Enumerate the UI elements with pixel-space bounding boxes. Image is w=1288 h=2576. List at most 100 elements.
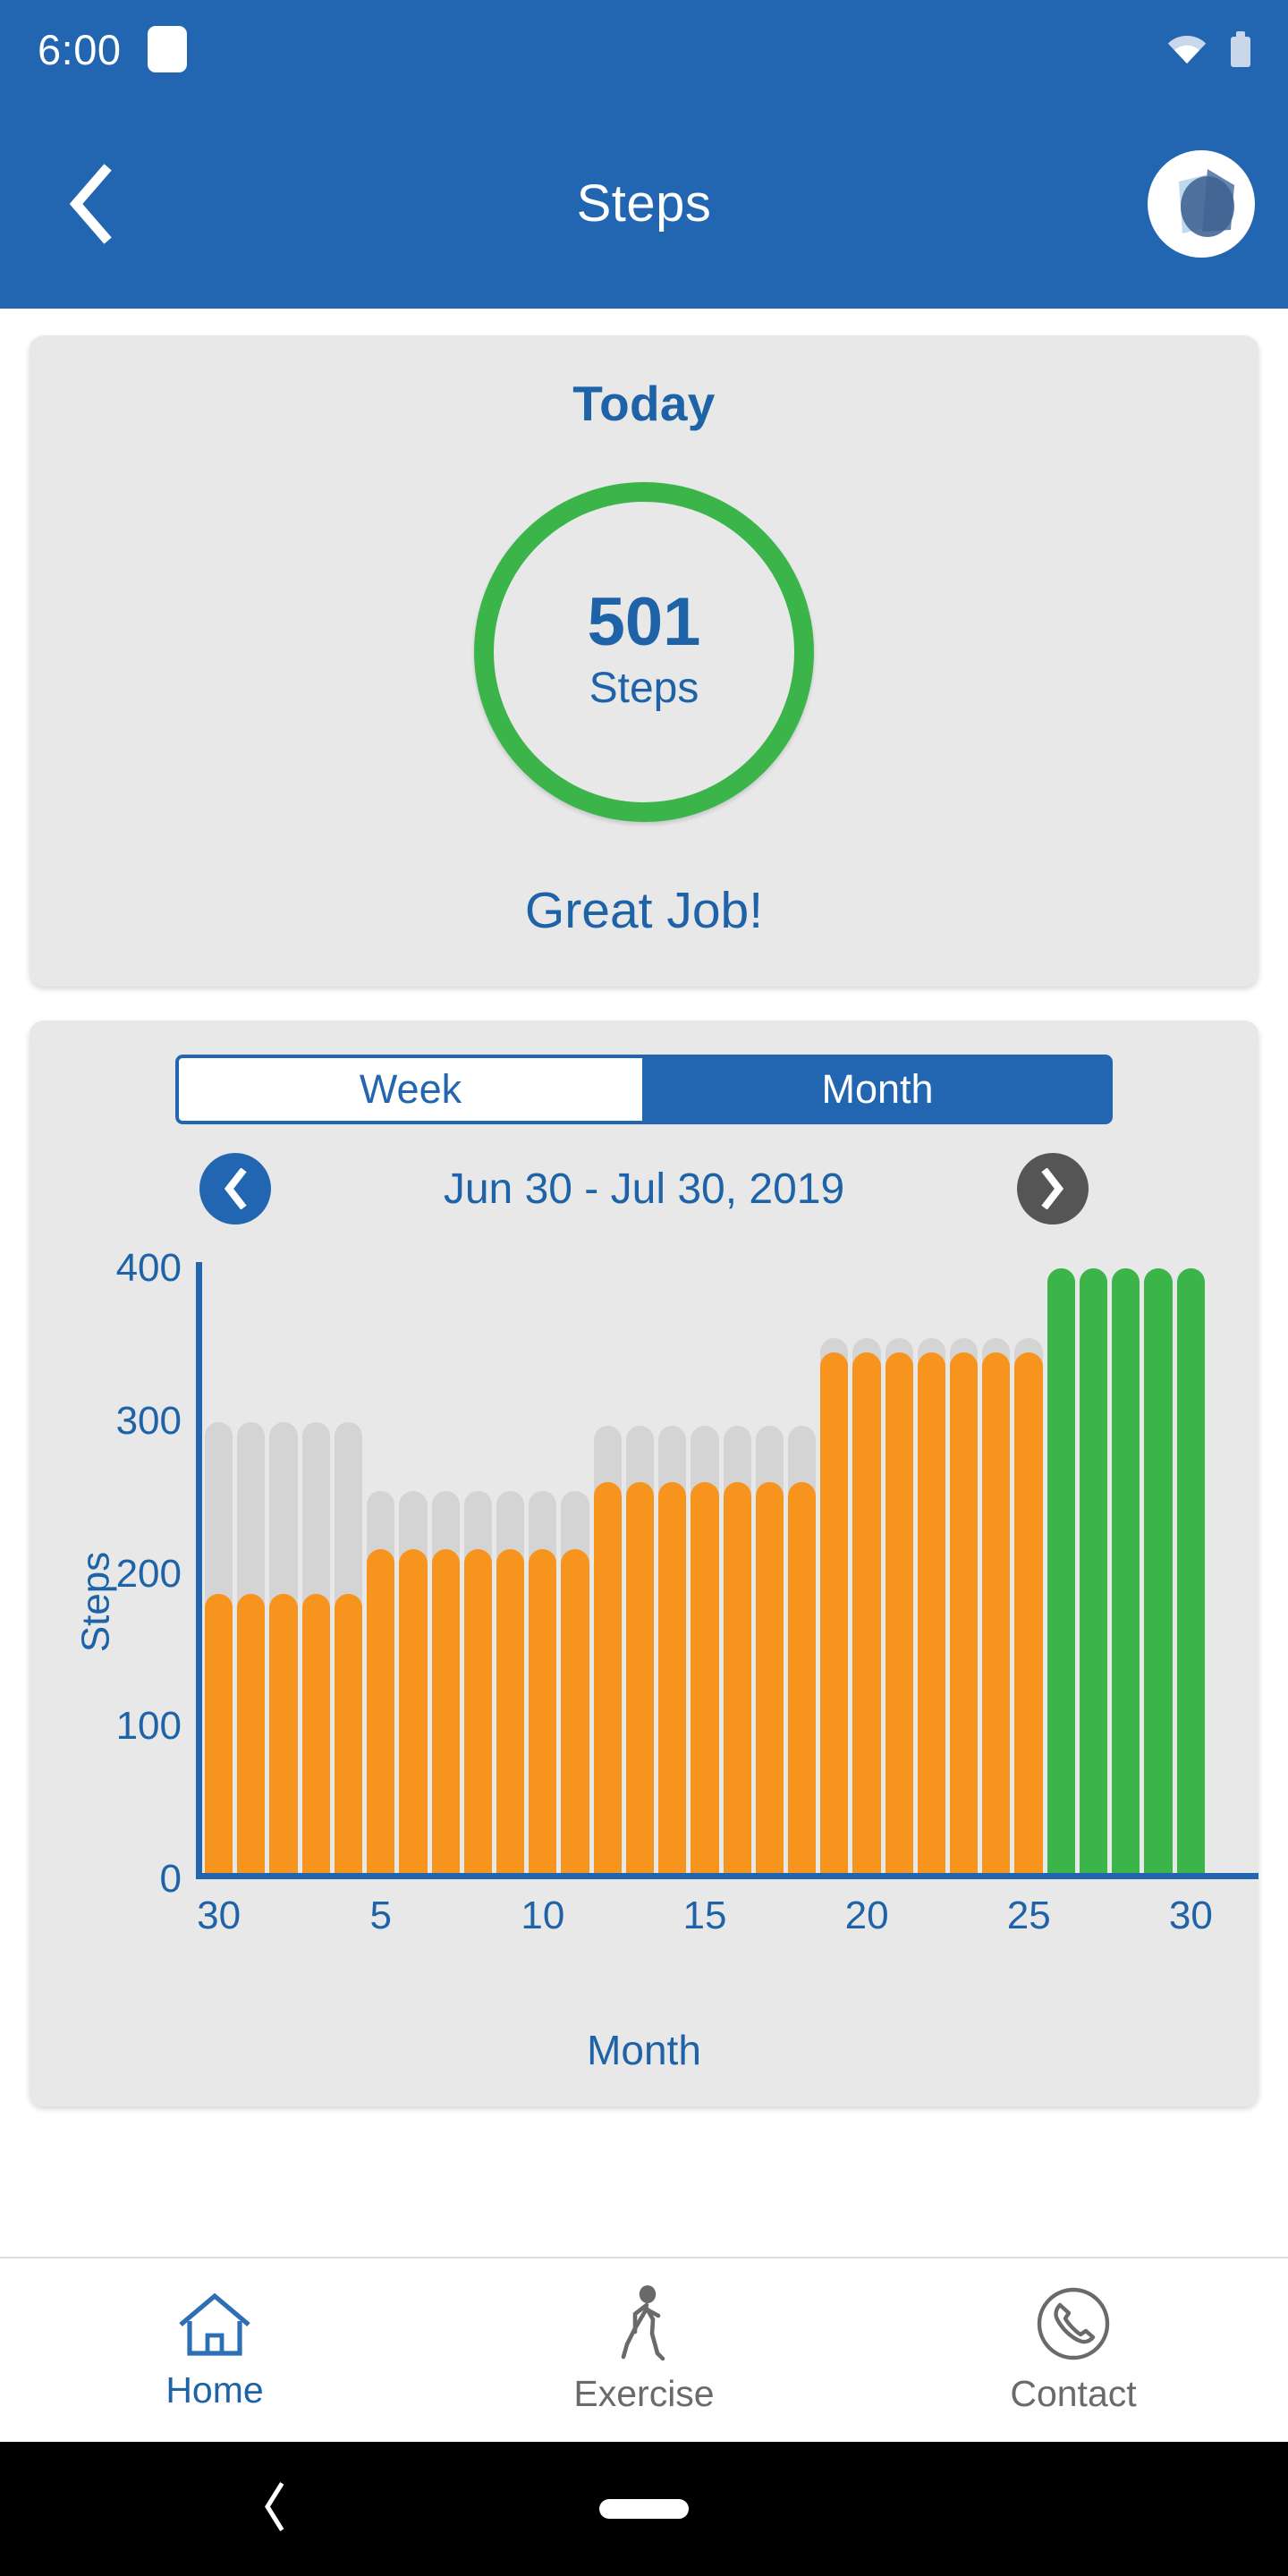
chart-bar-fill xyxy=(431,1549,460,1873)
steps-progress-ring: 501 Steps xyxy=(474,482,814,822)
y-axis-tick: 300 xyxy=(115,1398,182,1443)
chart-bar-fill xyxy=(658,1481,687,1873)
chart-bar-fill xyxy=(982,1352,1011,1873)
chart-bar-fill xyxy=(1176,1267,1205,1873)
chart-bar-fill xyxy=(852,1352,881,1873)
chart-bar[interactable] xyxy=(1014,1262,1043,1873)
chart-bar[interactable] xyxy=(301,1262,330,1873)
date-range-navigator: Jun 30 - Jul 30, 2019 xyxy=(199,1153,1089,1224)
chart-bar[interactable] xyxy=(561,1262,589,1873)
chart-bar[interactable] xyxy=(1176,1262,1205,1873)
chart-bar-fill xyxy=(301,1593,330,1873)
nav-item-contact[interactable]: Contact xyxy=(859,2285,1288,2415)
nav-item-exercise[interactable]: Exercise xyxy=(429,2285,859,2415)
today-card-title: Today xyxy=(572,376,716,431)
tab-week[interactable]: Week xyxy=(175,1055,642,1124)
chart-bar[interactable] xyxy=(787,1262,817,1873)
chart-bar[interactable] xyxy=(625,1262,655,1873)
x-axis-tick: 5 xyxy=(369,1894,392,1937)
chart-bar[interactable] xyxy=(367,1262,395,1873)
chart-bar[interactable] xyxy=(496,1262,525,1873)
nav-label-contact: Contact xyxy=(1010,2373,1137,2414)
progress-ring-center: 501 Steps xyxy=(474,482,814,822)
chart-bar[interactable] xyxy=(205,1262,233,1873)
y-axis-tick: 100 xyxy=(115,1704,182,1749)
chart-bar-fill xyxy=(755,1481,784,1873)
y-axis-tick: 0 xyxy=(159,1857,182,1901)
steps-history-card: Week Month Jun 30 - Jul 30, 2019 Steps 0… xyxy=(30,1021,1258,2106)
chevron-left-icon xyxy=(69,163,112,244)
chart-bar[interactable] xyxy=(269,1262,298,1873)
chart-bar[interactable] xyxy=(1112,1262,1140,1873)
chevron-left-icon xyxy=(224,1168,247,1209)
x-axis-line xyxy=(196,1873,1258,1879)
chart-bar[interactable] xyxy=(755,1262,784,1873)
chart-bar-fill xyxy=(723,1481,751,1873)
running-person-icon xyxy=(621,2285,665,2361)
phone-icon xyxy=(1037,2287,1110,2360)
x-axis-tick: 20 xyxy=(844,1894,889,1937)
chevron-right-icon xyxy=(1041,1168,1064,1209)
chart-bar[interactable] xyxy=(334,1262,363,1873)
notification-square-icon xyxy=(148,26,188,72)
chart-bar[interactable] xyxy=(917,1262,946,1873)
chart-bars xyxy=(205,1262,1205,1873)
chart-bar[interactable] xyxy=(658,1262,687,1873)
date-range-label: Jun 30 - Jul 30, 2019 xyxy=(443,1165,845,1213)
chart-bar-fill xyxy=(334,1593,363,1873)
chart-bar[interactable] xyxy=(820,1262,849,1873)
app-header: Steps xyxy=(0,98,1288,309)
previous-period-button[interactable] xyxy=(199,1153,271,1224)
chart-bar[interactable] xyxy=(593,1262,622,1873)
chart-bar[interactable] xyxy=(950,1262,979,1873)
chart-bar-fill xyxy=(529,1549,557,1873)
status-bar-indicators xyxy=(1166,31,1250,67)
nav-label-exercise: Exercise xyxy=(573,2373,715,2414)
chart-bar[interactable] xyxy=(723,1262,751,1873)
main-content: Today 501 Steps Great Job! Week Month Ju… xyxy=(0,309,1288,2257)
chart-bar[interactable] xyxy=(691,1262,719,1873)
chart-bar-fill xyxy=(496,1549,525,1873)
chart-bar[interactable] xyxy=(431,1262,460,1873)
chart-bar[interactable] xyxy=(529,1262,557,1873)
bottom-navigation-bar: Home Exercise Contact xyxy=(0,2257,1288,2442)
x-axis-tick: 10 xyxy=(521,1894,565,1937)
chart-bar[interactable] xyxy=(237,1262,266,1873)
tab-month[interactable]: Month xyxy=(642,1055,1113,1124)
chart-bar[interactable] xyxy=(1046,1262,1075,1873)
period-segmented-control: Week Month xyxy=(175,1055,1113,1124)
system-back-button[interactable] xyxy=(259,2482,290,2537)
encouragement-message: Great Job! xyxy=(524,882,764,939)
chart-bar[interactable] xyxy=(399,1262,428,1873)
chart-bar-fill xyxy=(1144,1267,1173,1873)
chart-bar[interactable] xyxy=(463,1262,492,1873)
y-axis-tick: 200 xyxy=(115,1551,182,1596)
today-summary-card: Today 501 Steps Great Job! xyxy=(30,335,1258,987)
x-axis-tick: 30 xyxy=(197,1894,242,1937)
chart-bar-fill xyxy=(950,1352,979,1873)
chart-bar[interactable] xyxy=(1079,1262,1108,1873)
chart-bar-fill xyxy=(367,1549,395,1873)
chart-bar-fill xyxy=(691,1481,719,1873)
system-home-pill-icon[interactable] xyxy=(599,2499,689,2519)
y-axis-tick: 400 xyxy=(115,1246,182,1290)
wifi-icon xyxy=(1166,34,1208,64)
nav-item-home[interactable]: Home xyxy=(0,2289,429,2411)
user-avatar[interactable] xyxy=(1152,154,1250,253)
chart-bar-fill xyxy=(269,1593,298,1873)
x-axis-ticks: 30 5 10 15 20 25 30 xyxy=(196,1894,1258,1947)
chart-bar[interactable] xyxy=(1144,1262,1173,1873)
chart-bar[interactable] xyxy=(885,1262,913,1873)
chart-bar-fill xyxy=(463,1549,492,1873)
next-period-button[interactable] xyxy=(1017,1153,1089,1224)
steps-count-unit: Steps xyxy=(589,665,699,712)
back-button[interactable] xyxy=(47,161,132,247)
chart-bar[interactable] xyxy=(982,1262,1011,1873)
home-icon xyxy=(179,2292,250,2356)
x-axis-tick: 25 xyxy=(1006,1894,1051,1937)
steps-count-value: 501 xyxy=(587,584,701,660)
chart-bar[interactable] xyxy=(852,1262,881,1873)
chart-bar-fill xyxy=(885,1352,913,1873)
x-axis-tick: 30 xyxy=(1168,1894,1213,1937)
chart-bar-fill xyxy=(1014,1352,1043,1873)
